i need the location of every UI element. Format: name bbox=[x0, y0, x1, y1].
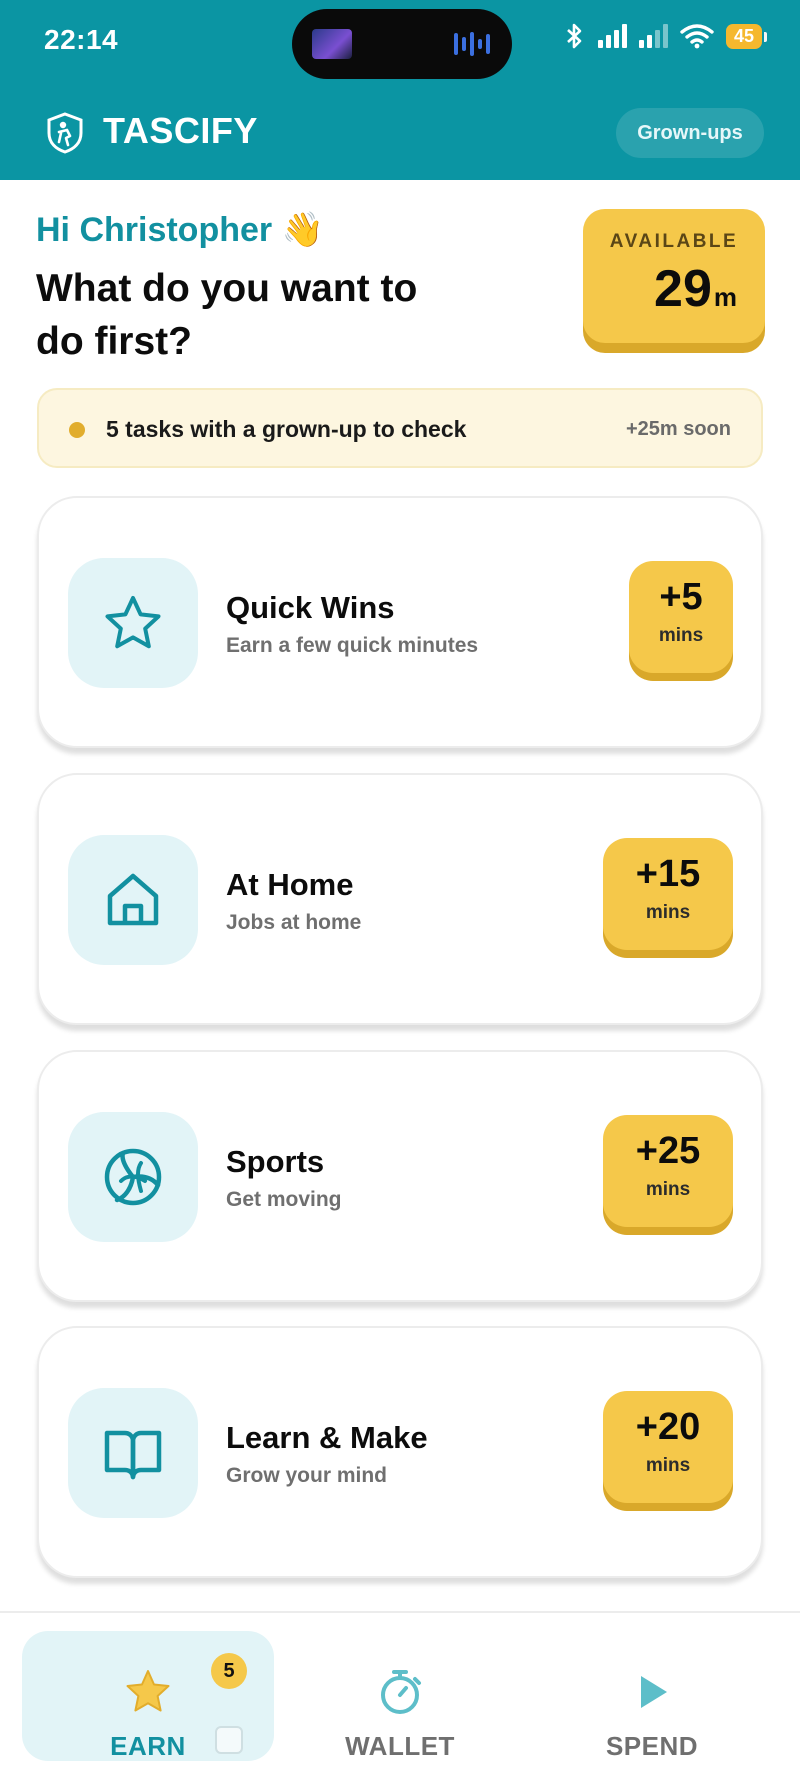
pending-tasks-text: 5 tasks with a grown-up to check bbox=[106, 416, 467, 442]
star-icon bbox=[105, 596, 161, 649]
category-card-at-home[interactable]: At Home Jobs at home +15 mins bbox=[37, 773, 763, 1025]
category-icon-box bbox=[68, 1388, 198, 1518]
reward-value: +25 bbox=[635, 1130, 701, 1172]
reward-unit: mins bbox=[645, 1455, 691, 1476]
dynamic-island[interactable] bbox=[292, 9, 512, 79]
reward-badge: +5 mins bbox=[629, 561, 733, 673]
tascify-logo-icon bbox=[47, 112, 83, 154]
reward-unit: mins bbox=[645, 1179, 691, 1200]
reward-badge: +20 mins bbox=[603, 1391, 733, 1503]
grownups-button[interactable]: Grown-ups bbox=[616, 108, 764, 158]
stopwatch-icon bbox=[381, 1670, 421, 1714]
reward-unit: mins bbox=[645, 902, 691, 923]
available-unit: m bbox=[713, 282, 737, 312]
signal-no-service-icon bbox=[638, 24, 668, 48]
status-icons: 45 bbox=[564, 22, 768, 50]
brand-name: TASCIFY bbox=[103, 110, 258, 151]
book-icon bbox=[104, 1430, 162, 1480]
category-icon-box bbox=[68, 558, 198, 688]
greeting-text: Hi Christopher 👋 bbox=[36, 211, 324, 249]
reward-badge: +15 mins bbox=[603, 838, 733, 950]
pending-tasks-banner[interactable]: 5 tasks with a grown-up to check +25m so… bbox=[37, 388, 763, 468]
nav-tab-earn[interactable]: EARN 5 bbox=[22, 1631, 274, 1761]
checkbox-overlay bbox=[215, 1726, 243, 1754]
category-icon-box bbox=[68, 1112, 198, 1242]
status-dot bbox=[69, 422, 85, 438]
page-title: What do you want to do first? bbox=[36, 267, 418, 363]
nav-label-spend: SPEND bbox=[605, 1731, 699, 1761]
nav-label-wallet: WALLET bbox=[345, 1731, 455, 1761]
volleyball-icon bbox=[104, 1148, 162, 1206]
category-subtitle: Get moving bbox=[226, 1188, 342, 1211]
nav-tab-wallet[interactable]: WALLET bbox=[274, 1631, 526, 1761]
available-minutes-card[interactable]: AVAILABLE 29m bbox=[583, 209, 765, 343]
audio-visualizer-icon bbox=[454, 31, 490, 57]
bottom-nav: EARN 5 WALLET SPEND bbox=[0, 1613, 800, 1778]
signal-icon bbox=[597, 24, 627, 48]
category-subtitle: Earn a few quick minutes bbox=[226, 634, 479, 657]
category-title: At Home bbox=[226, 867, 354, 902]
category-card-quick-wins[interactable]: Quick Wins Earn a few quick minutes +5 m… bbox=[37, 496, 763, 748]
media-thumbnail bbox=[312, 29, 352, 59]
category-subtitle: Jobs at home bbox=[226, 911, 362, 934]
wifi-icon bbox=[680, 24, 714, 49]
available-label: AVAILABLE bbox=[609, 231, 739, 252]
available-number: 29 bbox=[654, 260, 712, 318]
available-value: 29m bbox=[654, 259, 737, 319]
category-subtitle: Grow your mind bbox=[226, 1464, 388, 1487]
house-icon bbox=[107, 873, 159, 926]
battery-indicator: 45 bbox=[725, 23, 768, 49]
earn-count-badge: 5 bbox=[211, 1653, 247, 1689]
reward-unit: mins bbox=[658, 625, 704, 646]
reward-value: +15 bbox=[635, 853, 701, 895]
category-title: Sports bbox=[226, 1144, 325, 1179]
category-card-learn-make[interactable]: Learn & Make Grow your mind +20 mins bbox=[37, 1326, 763, 1578]
reward-value: +5 bbox=[659, 576, 703, 618]
app-header: 22:14 45 TASCIFY Grown-ups bbox=[0, 0, 800, 180]
bluetooth-icon bbox=[567, 23, 582, 49]
category-title: Learn & Make bbox=[226, 1420, 428, 1455]
star-icon bbox=[126, 1670, 170, 1712]
reward-value: +20 bbox=[635, 1406, 701, 1448]
pending-minutes-text: +25m soon bbox=[625, 418, 731, 440]
play-icon bbox=[641, 1676, 667, 1708]
status-time: 22:14 bbox=[44, 24, 119, 55]
category-title: Quick Wins bbox=[226, 590, 395, 625]
category-card-sports[interactable]: Sports Get moving +25 mins bbox=[37, 1050, 763, 1302]
category-icon-box bbox=[68, 835, 198, 965]
nav-tab-spend[interactable]: SPEND bbox=[526, 1631, 778, 1761]
reward-badge: +25 mins bbox=[603, 1115, 733, 1227]
